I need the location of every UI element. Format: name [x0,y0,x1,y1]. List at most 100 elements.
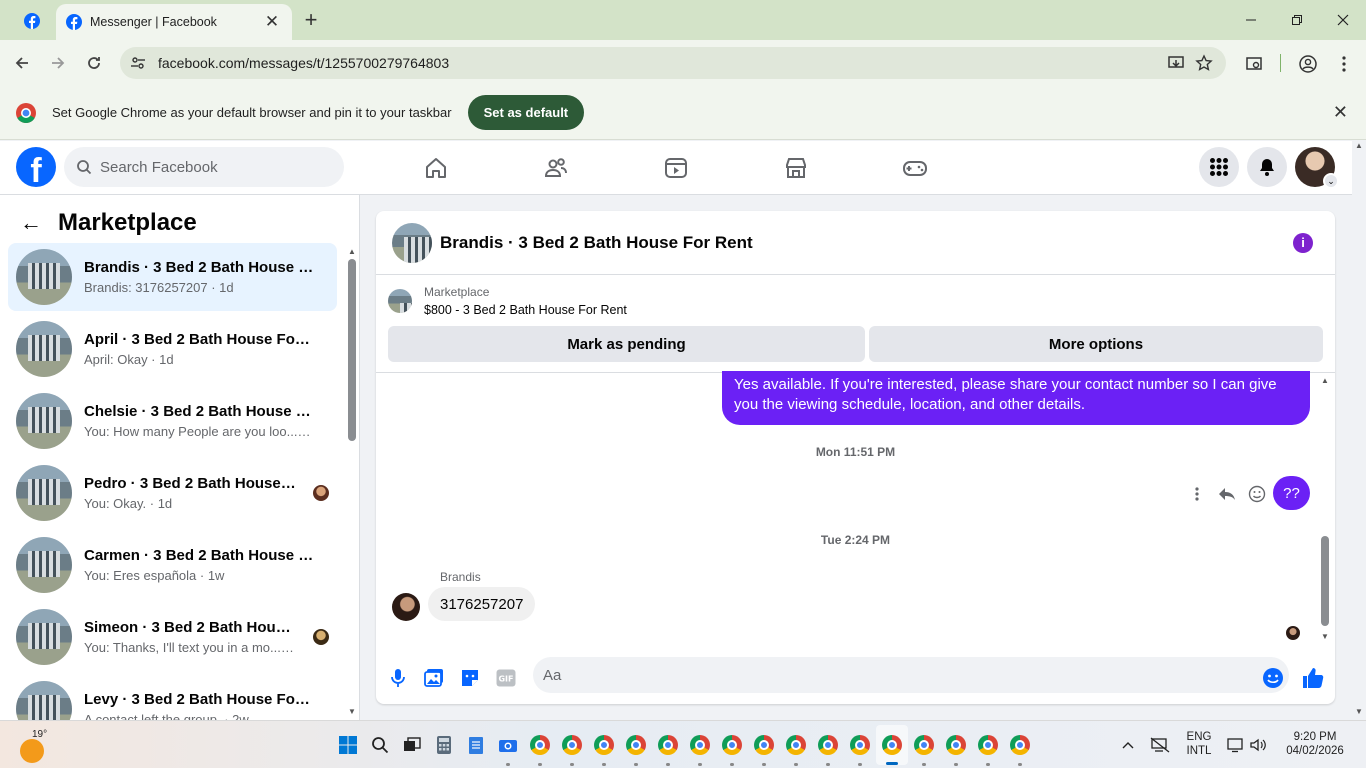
task-view-button[interactable] [400,733,424,757]
emoji-icon[interactable] [1259,664,1287,692]
restore-button[interactable] [1274,0,1320,40]
info-icon[interactable]: i [1293,233,1313,253]
home-icon[interactable] [421,153,451,183]
microphone-icon[interactable] [384,664,412,692]
conversation-item[interactable]: April · 3 Bed 2 Bath House For Rent Apri… [8,315,337,383]
chrome-app[interactable] [752,733,776,757]
chrome-app[interactable] [912,733,936,757]
scrollbar-thumb[interactable] [1321,536,1329,626]
account-avatar[interactable]: ⌄ [1295,147,1339,189]
reload-button[interactable] [80,50,108,76]
chrome-app[interactable] [848,733,872,757]
friends-icon[interactable] [541,153,571,183]
install-app-icon[interactable] [1162,49,1190,77]
chrome-app[interactable] [592,733,616,757]
forward-button[interactable] [44,50,72,76]
close-tab-icon[interactable]: ✕ [262,12,282,32]
conversation-item[interactable]: Simeon · 3 Bed 2 Bath House For Rent You… [8,603,337,671]
notepad-app[interactable] [464,733,488,757]
thumbs-up-icon[interactable] [1299,664,1327,692]
site-settings-icon[interactable] [130,55,146,71]
taskbar-search-button[interactable] [368,733,392,757]
more-dots-icon[interactable] [1184,481,1210,507]
weather-widget[interactable]: 19° [18,729,48,763]
chat-title[interactable]: Brandis · 3 Bed 2 Bath House For Rent [440,233,753,253]
marketplace-icon[interactable] [781,153,811,183]
chrome-app[interactable] [784,733,808,757]
sender-avatar[interactable] [392,593,420,621]
minimize-button[interactable] [1228,0,1274,40]
chrome-icon [882,735,902,755]
reply-icon[interactable] [1214,481,1240,507]
tab-messenger[interactable]: Messenger | Facebook ✕ [56,4,292,40]
facebook-logo-icon[interactable]: f [16,147,56,187]
language-indicator[interactable]: ENG INTL [1182,731,1216,757]
back-arrow-icon[interactable]: ← [20,210,42,236]
message-input[interactable] [533,657,1289,693]
clock[interactable]: 9:20 PM 04/02/2026 [1280,731,1350,757]
gaming-icon[interactable] [900,153,930,183]
gif-icon[interactable]: GIF [492,664,520,692]
chat-scrollbar[interactable]: ▲ ▼ [1320,376,1330,642]
listing-banner[interactable]: Marketplace $800 - 3 Bed 2 Bath House Fo… [388,285,627,317]
chrome-app[interactable] [944,733,968,757]
react-smiley-icon[interactable] [1244,481,1270,507]
chrome-app[interactable] [688,733,712,757]
conversation-item[interactable]: Brandis · 3 Bed 2 Bath House For Rent Br… [8,243,337,311]
video-icon[interactable] [661,153,691,183]
chrome-app[interactable] [560,733,584,757]
show-hidden-icons-chevron-up-icon[interactable] [1118,735,1138,755]
outgoing-message-bubble[interactable]: ?? [1273,476,1310,510]
conversation-list-scrollbar[interactable]: ▲ ▼ [347,247,357,717]
scroll-up-icon[interactable]: ▲ [1321,376,1329,385]
tab-search-icon[interactable] [1240,50,1268,78]
scroll-down-icon[interactable]: ▼ [1355,707,1363,716]
chrome-app[interactable] [976,733,1000,757]
set-as-default-button[interactable]: Set as default [467,95,585,130]
listing-thumbnail[interactable] [392,222,432,263]
new-tab-button[interactable]: + [298,8,324,34]
close-window-button[interactable] [1320,0,1366,40]
menu-grid-button[interactable] [1199,147,1239,187]
conversation-item[interactable]: Chelsie · 3 Bed 2 Bath House For Rent Yo… [8,387,337,455]
chrome-app[interactable] [624,733,648,757]
back-button[interactable] [8,50,36,76]
profile-icon[interactable] [1294,50,1322,78]
address-bar[interactable]: facebook.com/messages/t/1255700279764803 [120,47,1226,79]
conversation-item[interactable]: Carmen · 3 Bed 2 Bath House For Rent You… [8,531,337,599]
notifications-button[interactable] [1247,147,1287,187]
mark-as-pending-button[interactable]: Mark as pending [388,326,865,362]
chrome-app[interactable] [720,733,744,757]
calculator-app[interactable] [432,733,456,757]
more-options-button[interactable]: More options [869,326,1323,362]
chrome-app[interactable] [528,733,552,757]
photo-icon[interactable] [420,664,448,692]
start-button[interactable] [336,733,360,757]
network-disconnected-icon[interactable] [1150,735,1170,755]
scroll-up-icon[interactable]: ▲ [348,247,356,256]
display-icon[interactable] [1226,735,1246,755]
snipping-app[interactable] [496,733,520,757]
sticker-icon[interactable] [456,664,484,692]
chrome-app[interactable] [816,733,840,757]
bookmark-star-icon[interactable] [1190,49,1218,77]
read-receipt-avatar [1286,626,1300,640]
chrome-app[interactable] [656,733,680,757]
search-facebook-input[interactable]: Search Facebook [64,147,344,187]
outgoing-message-bubble[interactable]: Yes available. If you're interested, ple… [722,371,1310,425]
close-infobar-icon[interactable]: ✕ [1333,102,1348,123]
scrollbar-thumb[interactable] [348,259,356,441]
chrome-app-active[interactable] [880,733,904,757]
scroll-down-icon[interactable]: ▼ [1321,632,1329,641]
volume-icon[interactable] [1248,735,1268,755]
chrome-app[interactable] [1008,733,1032,757]
page-scrollbar[interactable]: ▲ ▼ [1352,141,1366,720]
scroll-up-icon[interactable]: ▲ [1355,141,1363,150]
pinned-facebook-tab[interactable] [14,8,50,34]
incoming-message-bubble[interactable]: 3176257207 [428,587,536,621]
scroll-down-icon[interactable]: ▼ [348,707,356,716]
conversation-item[interactable]: Levy · 3 Bed 2 Bath House For Rent A con… [8,675,337,720]
url-text[interactable]: facebook.com/messages/t/1255700279764803 [158,55,1162,71]
menu-dots-icon[interactable] [1330,50,1358,78]
conversation-item[interactable]: Pedro · 3 Bed 2 Bath House For Rent You:… [8,459,337,527]
